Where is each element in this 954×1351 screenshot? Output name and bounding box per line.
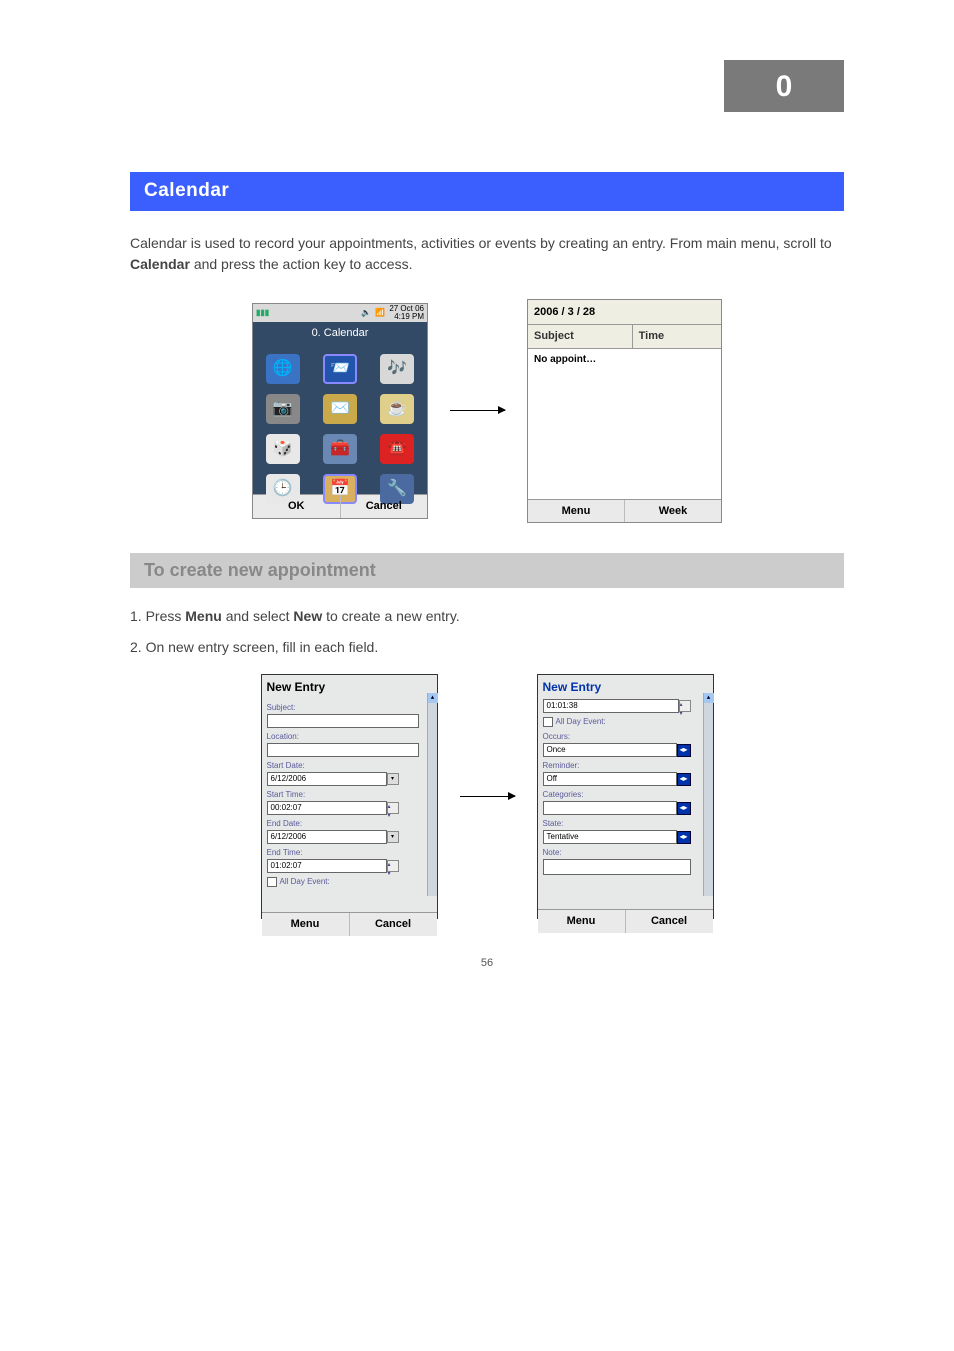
spinner-icon[interactable]: ▴▾ [387,860,399,872]
figure-row-1: ▮▮▮ 🔈 📶 27 Oct 06 4:19 PM 0. Calendar 🌐 … [130,299,844,524]
categories-input[interactable] [543,801,677,815]
list-body: No appoint… [528,349,721,499]
chapter-number-box: 0 [724,60,844,112]
signal-icon: ▮▮▮ [256,307,269,319]
form-title: New Entry [538,675,713,699]
arrow-icon [460,796,515,797]
softkey-cancel[interactable]: Cancel [341,495,428,518]
figure-row-2: New Entry ▴ Subject: Location: Start Dat… [130,674,844,919]
phone-icon[interactable]: ☎️ [380,434,414,464]
list-date: 2006 / 3 / 28 [528,300,721,325]
softkey-cancel[interactable]: Cancel [350,913,437,936]
softkey-bar-form2: Menu Cancel [538,909,713,933]
status-bar: ▮▮▮ 🔈 📶 27 Oct 06 4:19 PM [253,304,427,322]
all-day-label: All Day Event: [280,876,330,888]
selector-icon[interactable]: ◂▸ [677,744,691,757]
occurs-input[interactable]: Once [543,743,677,757]
all-day-checkbox[interactable] [267,877,277,887]
status-time: 4:19 PM [389,313,424,321]
state-input[interactable]: Tentative [543,830,677,844]
end-time-input[interactable]: 01:02:07 [267,859,387,873]
spinner-icon[interactable]: ▴▾ [679,700,691,712]
calendar-list-screenshot: 2006 / 3 / 28 Subject Time No appoint… M… [527,299,722,524]
location-label: Location: [267,731,432,743]
phone-menu-screenshot: ▮▮▮ 🔈 📶 27 Oct 06 4:19 PM 0. Calendar 🌐 … [252,303,428,519]
antenna-icon: 📶 [375,307,385,319]
col-subject: Subject [528,325,633,348]
subsection-bar: To create new appointment [130,553,844,588]
step-2: 2. On new entry screen, fill in each fie… [130,637,844,658]
start-date-label: Start Date: [267,760,432,772]
java-icon[interactable]: ☕ [380,394,414,424]
softkey-ok[interactable]: OK [253,495,341,518]
subject-label: Subject: [267,702,432,714]
softkey-menu[interactable]: Menu [538,910,626,933]
reminder-input[interactable]: Off [543,772,677,786]
softkey-week[interactable]: Week [625,500,721,523]
note-input[interactable] [543,859,691,875]
intro-text-1: Calendar is used to record your appointm… [130,235,832,251]
softkey-bar-2: Menu Week [528,499,721,523]
app-icon-grid: 🌐 📨 🎶 📷 ✉️ ☕ 🎲 🧰 ☎️ 🕒 📅 🔧 [253,344,427,494]
softkey-bar-form1: Menu Cancel [262,912,437,936]
form-title: New Entry [262,675,437,699]
end-date-label: End Date: [267,818,432,830]
no-appointment-text: No appoint… [534,354,596,365]
all-day-checkbox[interactable] [543,717,553,727]
music-icon[interactable]: 🎶 [380,354,414,384]
all-day-label: All Day Event: [556,716,606,728]
dropdown-icon[interactable]: ▾ [387,773,399,785]
new-entry-form-1: New Entry ▴ Subject: Location: Start Dat… [261,674,438,919]
intro-text-2: and press the action key to access. [194,256,413,272]
softkey-menu[interactable]: Menu [262,913,350,936]
softkey-menu[interactable]: Menu [528,500,625,523]
end-time-label: End Time: [267,847,432,859]
list-header: Subject Time [528,324,721,349]
tools-icon[interactable]: 🧰 [323,434,357,464]
subject-input[interactable] [267,714,419,728]
selector-icon[interactable]: ◂▸ [677,802,691,815]
inbox-icon[interactable]: 📨 [323,354,357,384]
spinner-icon[interactable]: ▴▾ [387,802,399,814]
note-label: Note: [543,847,708,859]
col-time: Time [633,325,721,348]
sound-icon: 🔈 [361,307,371,319]
categories-label: Categories: [543,789,708,801]
start-date-input[interactable]: 6/12/2006 [267,772,387,786]
new-entry-form-2: New Entry ▴ 01:01:38 ▴▾ All Day Event: O… [537,674,714,919]
camera-icon[interactable]: 📷 [266,394,300,424]
page-number: 56 [130,955,844,972]
start-time-label: Start Time: [267,789,432,801]
reminder-label: Reminder: [543,760,708,772]
menu-title: 0. Calendar [253,322,427,345]
selector-icon[interactable]: ◂▸ [677,831,691,844]
step-1: 1. Press Menu and select New to create a… [130,606,844,627]
location-input[interactable] [267,743,419,757]
section-title: Calendar [130,172,844,211]
occurs-label: Occurs: [543,731,708,743]
softkey-cancel[interactable]: Cancel [626,910,713,933]
start-time-input[interactable]: 00:02:07 [267,801,387,815]
mail-icon[interactable]: ✉️ [323,394,357,424]
arrow-icon [450,410,505,411]
games-icon[interactable]: 🎲 [266,434,300,464]
time-input[interactable]: 01:01:38 [543,699,679,713]
softkey-bar: OK Cancel [253,494,427,518]
end-date-input[interactable]: 6/12/2006 [267,830,387,844]
intro-bold: Calendar [130,256,190,272]
globe-icon[interactable]: 🌐 [266,354,300,384]
state-label: State: [543,818,708,830]
selector-icon[interactable]: ◂▸ [677,773,691,786]
dropdown-icon[interactable]: ▾ [387,831,399,843]
intro-paragraph: Calendar is used to record your appointm… [130,233,844,275]
